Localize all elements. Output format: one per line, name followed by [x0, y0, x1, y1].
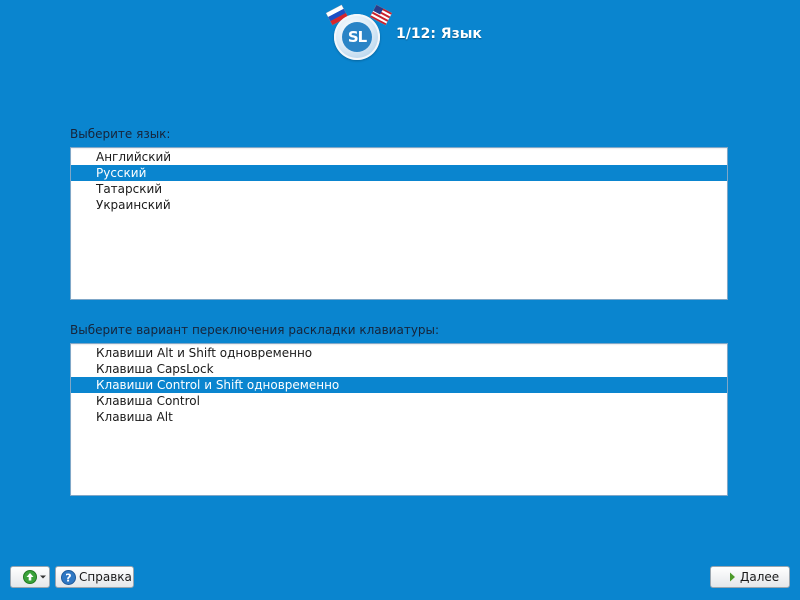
svg-text:?: ?	[65, 571, 71, 584]
language-item-ukrainian[interactable]: Украинский	[71, 197, 727, 213]
question-icon: ?	[61, 569, 76, 585]
language-list[interactable]: Английский Русский Татарский Украинский	[70, 147, 728, 300]
next-button-label: Далее	[740, 570, 780, 584]
keyboard-item-alt-shift[interactable]: Клавиши Alt и Shift одновременно	[71, 345, 727, 361]
logo: SL	[325, 4, 393, 62]
chevron-right-icon	[730, 572, 735, 582]
help-button-label: Справка	[79, 570, 132, 584]
keyboard-item-control[interactable]: Клавиша Control	[71, 393, 727, 409]
add-menu-button[interactable]	[10, 566, 50, 588]
logo-text: SL	[342, 22, 372, 52]
keyboard-item-alt[interactable]: Клавиша Alt	[71, 409, 727, 425]
keyboard-item-control-shift[interactable]: Клавиши Control и Shift одновременно	[71, 377, 727, 393]
language-item-russian[interactable]: Русский	[71, 165, 727, 181]
chevron-down-icon	[40, 575, 46, 579]
keyboard-switch-list[interactable]: Клавиши Alt и Shift одновременно Клавиша…	[70, 343, 728, 496]
header: SL 1/12: Язык	[325, 4, 482, 62]
page-title: 1/12: Язык	[396, 26, 482, 42]
keyboard-item-capslock[interactable]: Клавиша CapsLock	[71, 361, 727, 377]
language-item-english[interactable]: Английский	[71, 149, 727, 165]
language-label: Выберите язык:	[70, 127, 171, 141]
next-button[interactable]: Далее	[710, 566, 790, 588]
help-button[interactable]: ? Справка	[55, 566, 134, 588]
language-item-tatar[interactable]: Татарский	[71, 181, 727, 197]
green-up-arrow-icon	[23, 570, 37, 584]
keyboard-switch-label: Выберите вариант переключения раскладки …	[70, 323, 440, 337]
